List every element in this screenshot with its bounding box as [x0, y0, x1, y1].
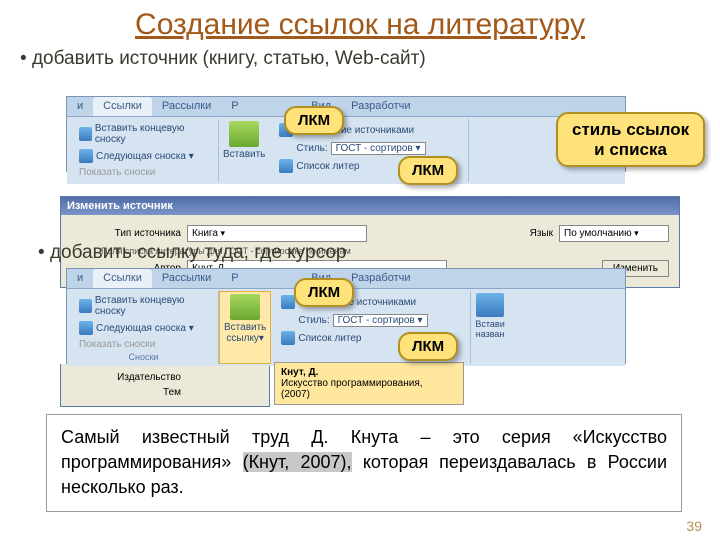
nextnote-icon — [79, 321, 93, 335]
tab[interactable]: и — [67, 269, 93, 288]
show-notes-button[interactable]: Показать сноски — [75, 337, 212, 352]
insert-endnote-button[interactable]: Вставить концевую сноску — [75, 293, 212, 319]
show-notes-button[interactable]: Показать сноски — [75, 165, 212, 180]
tab[interactable]: Рассылки — [152, 269, 221, 288]
citation-icon — [229, 121, 259, 147]
tab-references[interactable]: Ссылки — [93, 97, 152, 116]
tab-references[interactable]: Ссылки — [93, 269, 152, 288]
style-icon — [279, 141, 293, 155]
tooltip-work: Искусство программирования, — [281, 378, 457, 389]
slide-title: Создание ссылок на литературу — [0, 0, 720, 44]
tab[interactable]: Р — [221, 269, 301, 288]
footnotes-group-2: Вставить концевую сноску Следующая сноск… — [69, 291, 219, 364]
tooltip-year: (2007) — [281, 389, 457, 400]
tab-row-1: и Ссылки Рассылки Р Вид Разработчи — [67, 97, 625, 117]
citation-icon — [230, 294, 260, 320]
tab[interactable]: Разработчи — [341, 97, 420, 116]
insert-citation-button[interactable]: Вставить — [219, 119, 269, 182]
tab[interactable]: Рассылки — [152, 97, 221, 116]
bullet-2: добавить ссылку туда, где курсор — [18, 238, 346, 268]
dialog-footer: Издательство Тем — [60, 364, 270, 407]
footnotes-group: Вставить концевую сноску Следующая сноск… — [69, 119, 219, 182]
doc-citation[interactable]: (Кнут, 2007), — [243, 452, 352, 472]
endnote-icon — [79, 299, 92, 313]
callout-lkm-2: ЛКМ — [398, 156, 458, 185]
callout-lkm-1: ЛКМ — [284, 106, 344, 135]
caption-icon — [476, 293, 504, 317]
ribbon-1: и Ссылки Рассылки Р Вид Разработчи Встав… — [66, 96, 626, 172]
biblio-icon — [279, 159, 293, 173]
endnote-icon — [79, 127, 92, 141]
bullet-1: добавить источник (книгу, статью, Web-са… — [0, 44, 720, 74]
lang-dropdown[interactable]: По умолчанию — [559, 225, 669, 242]
insert-citation-button-active[interactable]: Вставить ссылку▾ — [219, 291, 271, 364]
theme-label: Тем — [71, 387, 181, 398]
dialog-title: Изменить источник — [61, 197, 679, 215]
style-dropdown[interactable]: Стиль: ГОСТ - сортиров ▾ — [275, 139, 462, 157]
style-icon — [281, 313, 295, 327]
style-dropdown[interactable]: Стиль: ГОСТ - сортиров ▾ — [277, 311, 464, 329]
document-text: Самый известный труд Д. Кнута – это сери… — [46, 414, 682, 512]
callout-lkm-3: ЛКМ — [294, 278, 354, 307]
group-caption: Сноски — [75, 352, 212, 362]
biblio-icon — [281, 331, 295, 345]
doc-line1: Самый известный труд Д. Кнута – это сери… — [61, 427, 551, 447]
next-footnote-button[interactable]: Следующая сноска ▾ — [75, 147, 212, 165]
lang-label: Язык — [443, 228, 553, 239]
doc-line2c: которая — [352, 452, 429, 472]
nextnote-icon — [79, 149, 93, 163]
callout-lkm-4: ЛКМ — [398, 332, 458, 361]
toolbar-1: Вставить концевую сноску Следующая сноск… — [67, 117, 625, 184]
citation-tooltip[interactable]: Кнут, Д. Искусство программирования, (20… — [274, 362, 464, 405]
tab[interactable]: и — [67, 97, 93, 116]
callout-style: стиль ссылок и списка — [556, 112, 705, 167]
publisher-label: Издательство — [71, 372, 181, 383]
insert-endnote-button[interactable]: Вставить концевую сноску — [75, 121, 212, 147]
page-number: 39 — [686, 518, 702, 534]
next-footnote-button[interactable]: Следующая сноска ▾ — [75, 319, 212, 337]
tooltip-author: Кнут, Д. — [281, 367, 457, 378]
insert-caption-button[interactable]: Встави назван — [471, 291, 508, 364]
